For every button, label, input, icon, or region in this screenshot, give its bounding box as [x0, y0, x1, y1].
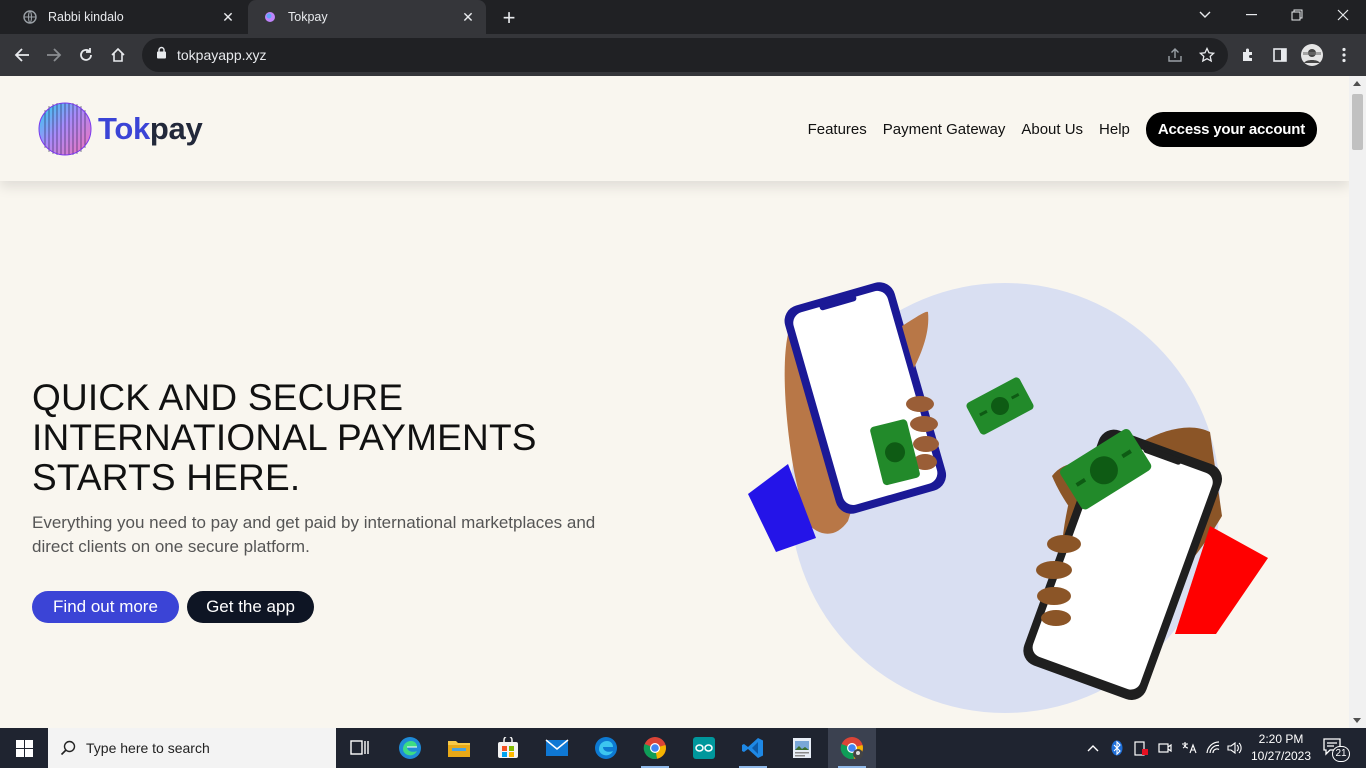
site-header: Tokpay Features Payment Gateway About Us… [0, 76, 1349, 181]
windows-logo-icon [15, 739, 33, 757]
windows-taskbar: Type here to search 2:20 PM 10/27/2023 2… [0, 728, 1366, 768]
chrome-icon[interactable] [828, 728, 876, 768]
taskbar-clock[interactable]: 2:20 PM 10/27/2023 [1246, 731, 1316, 765]
tab-search-chevron-icon[interactable] [1182, 0, 1228, 30]
search-icon [60, 740, 76, 756]
hero-title: QUICK AND SECURE INTERNATIONAL PAYMENTS … [32, 377, 537, 498]
restore-button[interactable] [1274, 0, 1320, 30]
notification-count-badge: 21 [1332, 746, 1350, 762]
brand-logo[interactable]: Tokpay [38, 102, 203, 156]
tab-tokpay[interactable]: Tokpay ✕ [248, 0, 486, 34]
nav-payment-gateway[interactable]: Payment Gateway [883, 121, 1006, 138]
reload-icon [80, 48, 92, 61]
vscode-icon[interactable] [729, 728, 777, 768]
edge-icon[interactable] [582, 728, 630, 768]
chrome-icon[interactable] [631, 728, 679, 768]
browser-toolbar: tokpayapp.xyz [0, 34, 1366, 76]
page-scrollbar[interactable] [1349, 76, 1366, 728]
clock-time: 2:20 PM [1258, 732, 1304, 746]
new-tab-button[interactable]: + [496, 5, 522, 31]
task-view-icon[interactable] [336, 728, 384, 768]
browser-tab-strip: Rabbi kindalo ✕ Tokpay ✕ + [0, 0, 1366, 34]
tab-rabbi-kindalo[interactable]: Rabbi kindalo ✕ [8, 0, 246, 34]
wifi-icon[interactable] [1202, 728, 1224, 768]
access-account-button[interactable]: Access your account [1145, 112, 1317, 147]
reload-button[interactable] [71, 40, 101, 70]
home-icon [111, 47, 125, 62]
close-tab-icon[interactable]: ✕ [216, 5, 240, 29]
get-the-app-button[interactable]: Get the app [187, 591, 314, 623]
extensions-icon[interactable] [1233, 40, 1263, 70]
url-text[interactable]: tokpayapp.xyz [177, 47, 267, 63]
address-bar[interactable]: tokpayapp.xyz [142, 38, 1228, 72]
close-tab-icon[interactable]: ✕ [456, 5, 480, 29]
bookmark-star-icon[interactable] [1194, 42, 1220, 68]
forward-button[interactable] [39, 40, 69, 70]
show-hidden-icons-chevron-icon[interactable] [1082, 728, 1104, 768]
home-button[interactable] [103, 40, 133, 70]
close-window-button[interactable] [1320, 0, 1366, 30]
arrow-left-icon [14, 48, 29, 62]
globe-logo-icon [38, 102, 92, 156]
hero-subtitle: Everything you need to pay and get paid … [32, 513, 596, 556]
scroll-up-arrow-icon[interactable] [1353, 81, 1361, 86]
brand-wordmark: Tokpay [98, 111, 203, 146]
clock-date: 10/27/2023 [1250, 749, 1312, 763]
image-viewer-icon[interactable] [778, 728, 826, 768]
mail-icon[interactable] [533, 728, 581, 768]
battery-warning-icon[interactable] [1130, 728, 1152, 768]
store-icon[interactable] [484, 728, 532, 768]
lock-icon[interactable] [156, 46, 167, 64]
share-icon[interactable] [1162, 42, 1188, 68]
tab-title: Tokpay [288, 10, 328, 24]
nav-features[interactable]: Features [808, 121, 867, 138]
tab-title: Rabbi kindalo [48, 10, 124, 24]
profile-avatar[interactable] [1297, 40, 1327, 70]
nav-about-us[interactable]: About Us [1021, 121, 1083, 138]
nav-help[interactable]: Help [1099, 121, 1130, 138]
taskbar-search[interactable]: Type here to search [48, 728, 336, 768]
page-viewport: Tokpay Features Payment Gateway About Us… [0, 76, 1366, 728]
find-out-more-button[interactable]: Find out more [32, 591, 179, 623]
arrow-right-icon [47, 48, 62, 62]
minimize-button[interactable] [1228, 0, 1274, 30]
volume-icon[interactable] [1224, 728, 1246, 768]
search-placeholder: Type here to search [86, 740, 210, 756]
edge-icon[interactable] [386, 728, 434, 768]
side-panel-icon[interactable] [1265, 40, 1295, 70]
primary-nav: Features Payment Gateway About Us Help A… [808, 112, 1317, 147]
scroll-down-arrow-icon[interactable] [1353, 718, 1361, 723]
start-button[interactable] [0, 728, 48, 768]
back-button[interactable] [7, 40, 37, 70]
input-language-icon[interactable] [1178, 728, 1200, 768]
meet-now-icon[interactable] [1154, 728, 1176, 768]
globe-icon [22, 9, 38, 25]
menu-kebab-icon[interactable] [1329, 40, 1359, 70]
file-explorer-icon[interactable] [435, 728, 483, 768]
arduino-icon[interactable] [680, 728, 728, 768]
notification-center-button[interactable]: 21 [1322, 736, 1350, 762]
scrollbar-thumb[interactable] [1352, 94, 1363, 150]
tokpay-favicon-icon [262, 9, 278, 25]
bluetooth-icon[interactable] [1106, 728, 1128, 768]
hero-illustration [748, 282, 1268, 713]
